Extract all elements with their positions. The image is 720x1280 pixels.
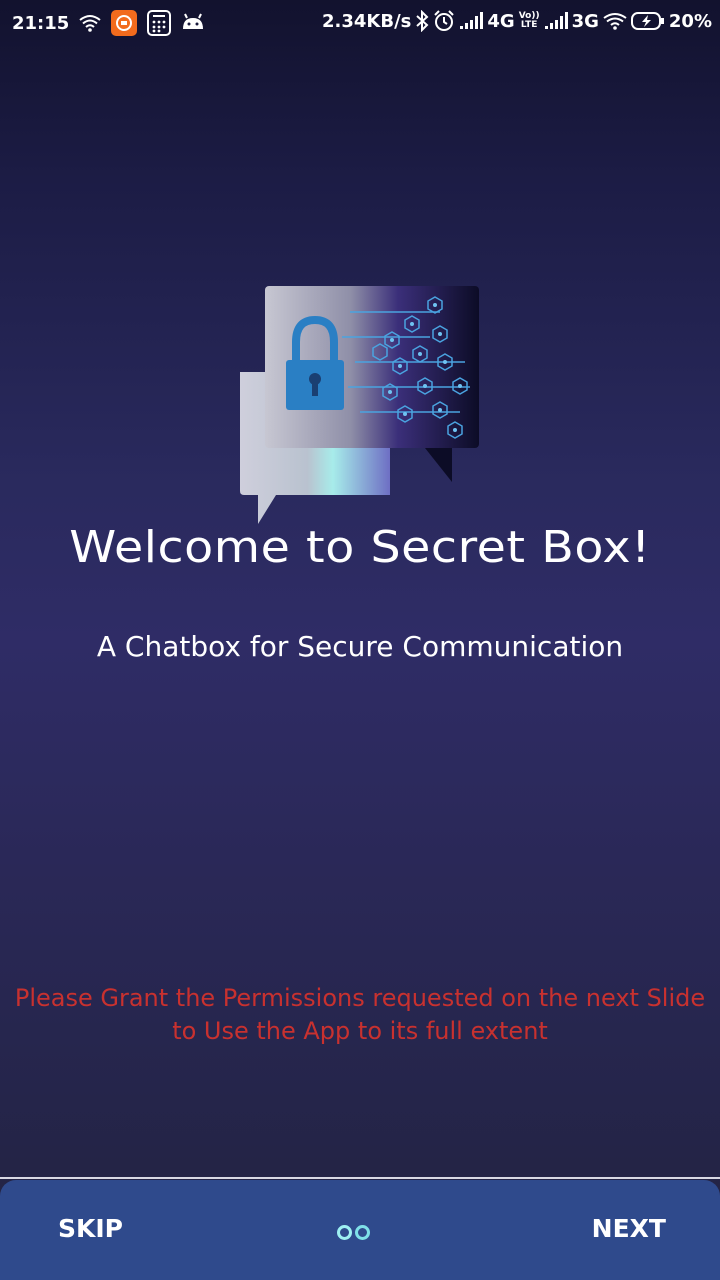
slide-dot-2[interactable] xyxy=(355,1225,370,1240)
alarm-icon xyxy=(433,10,455,32)
battery-charging-icon xyxy=(630,11,665,31)
signal-icon xyxy=(544,12,568,30)
mi-app-icon xyxy=(111,10,138,36)
welcome-screen: 21:15 2.34KB/s 4G Vo)) LTE 3G 20% Welcom… xyxy=(0,0,720,1280)
welcome-subtitle: A Chatbox for Secure Communication xyxy=(96,630,624,663)
permission-warning: Please Grant the Permissions requested o… xyxy=(0,982,720,1048)
wifi-icon xyxy=(603,12,627,30)
battery-percent: 20% xyxy=(668,10,712,32)
status-time: 21:15 xyxy=(12,12,70,34)
calculator-icon xyxy=(147,10,172,36)
status-bar-left: 21:15 xyxy=(12,10,205,36)
signal-icon xyxy=(459,12,484,30)
onboarding-nav-bar: SKIP NEXT xyxy=(0,1180,720,1280)
android-icon xyxy=(181,13,205,33)
permission-warning-line1: Please Grant the Permissions requested o… xyxy=(14,984,706,1012)
slide-indicator xyxy=(337,1225,370,1240)
volte-indicator: Vo)) LTE xyxy=(519,12,540,30)
status-bar: 21:15 2.34KB/s 4G Vo)) LTE 3G 20% xyxy=(0,0,720,48)
network-3g-label: 3G xyxy=(571,10,599,32)
welcome-title: Welcome to Secret Box! xyxy=(69,522,651,573)
wifi-icon xyxy=(79,14,101,32)
next-button[interactable]: NEXT xyxy=(592,1214,666,1243)
volte-bottom-label: LTE xyxy=(520,20,538,30)
app-logo xyxy=(230,282,490,532)
slide-dot-1[interactable] xyxy=(337,1225,352,1240)
bluetooth-icon xyxy=(415,10,429,32)
network-speed: 2.34KB/s xyxy=(322,10,412,32)
permission-warning-line2: to Use the App to its full extent xyxy=(172,1017,548,1045)
skip-button[interactable]: SKIP xyxy=(58,1214,123,1243)
network-4g-label: 4G xyxy=(487,10,515,32)
bottom-divider xyxy=(0,1177,720,1179)
status-bar-right: 2.34KB/s 4G Vo)) LTE 3G 20% xyxy=(322,10,712,32)
